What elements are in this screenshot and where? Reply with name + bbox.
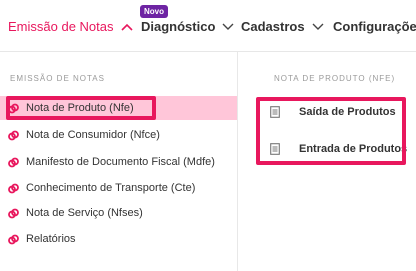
nav-emissao-de-notas[interactable]: Emissão de Notas [8, 18, 133, 36]
link-bullet-icon [8, 157, 19, 168]
nav-cadastros[interactable]: Cadastros [241, 18, 324, 36]
menu-item-label: Manifesto de Documento Fiscal (Mdfe) [26, 156, 215, 168]
menu-item-label: Nota de Consumidor (Nfce) [26, 129, 160, 141]
new-badge: Novo [140, 5, 168, 18]
document-icon [270, 106, 280, 118]
left-menu-title: EMISSÃO DE NOTAS [10, 74, 105, 83]
document-icon [270, 143, 280, 155]
submenu-item-label: Entrada de Produtos [299, 143, 408, 155]
menu-item-nota-de-consumidor[interactable]: Nota de Consumidor (Nfce) [0, 123, 237, 147]
menu-item-nota-de-servico[interactable]: Nota de Serviço (Nfses) [0, 201, 237, 225]
nav-label: Emissão de Notas [8, 19, 114, 34]
menu-item-label: Nota de Produto (Nfe) [26, 102, 134, 114]
link-bullet-icon [8, 130, 19, 141]
link-bullet-icon [8, 183, 19, 194]
chevron-up-icon [120, 23, 133, 31]
link-bullet-icon [8, 208, 19, 219]
panel-divider [237, 52, 238, 271]
submenu-title: NOTA DE PRODUTO (NFE) [274, 74, 396, 83]
nav-diagnostico[interactable]: Diagnóstico [141, 18, 234, 36]
menu-item-label: Relatórios [26, 233, 76, 245]
app: Emissão de Notas Novo Diagnóstico Cadast… [0, 0, 416, 271]
nav-label: Configurações [333, 19, 416, 34]
chevron-down-icon [312, 23, 324, 30]
menu-item-label: Conhecimento de Transporte (Cte) [26, 182, 196, 194]
menu-item-conhecimento[interactable]: Conhecimento de Transporte (Cte) [0, 176, 237, 200]
nav-label: Cadastros [241, 19, 305, 34]
menu-item-relatorios[interactable]: Relatórios [0, 227, 237, 251]
top-nav: Emissão de Notas Novo Diagnóstico Cadast… [0, 0, 416, 52]
nav-configuracoes[interactable]: Configurações [333, 18, 416, 36]
chevron-down-icon [222, 23, 234, 30]
menu-item-nota-de-produto[interactable]: Nota de Produto (Nfe) [0, 96, 237, 120]
link-bullet-icon [8, 103, 19, 114]
menu-item-label: Nota de Serviço (Nfses) [26, 207, 143, 219]
submenu-item-label: Saída de Produtos [299, 106, 396, 118]
nav-label: Diagnóstico [141, 19, 216, 34]
link-bullet-icon [8, 234, 19, 245]
menu-item-manifesto[interactable]: Manifesto de Documento Fiscal (Mdfe) [0, 150, 237, 174]
